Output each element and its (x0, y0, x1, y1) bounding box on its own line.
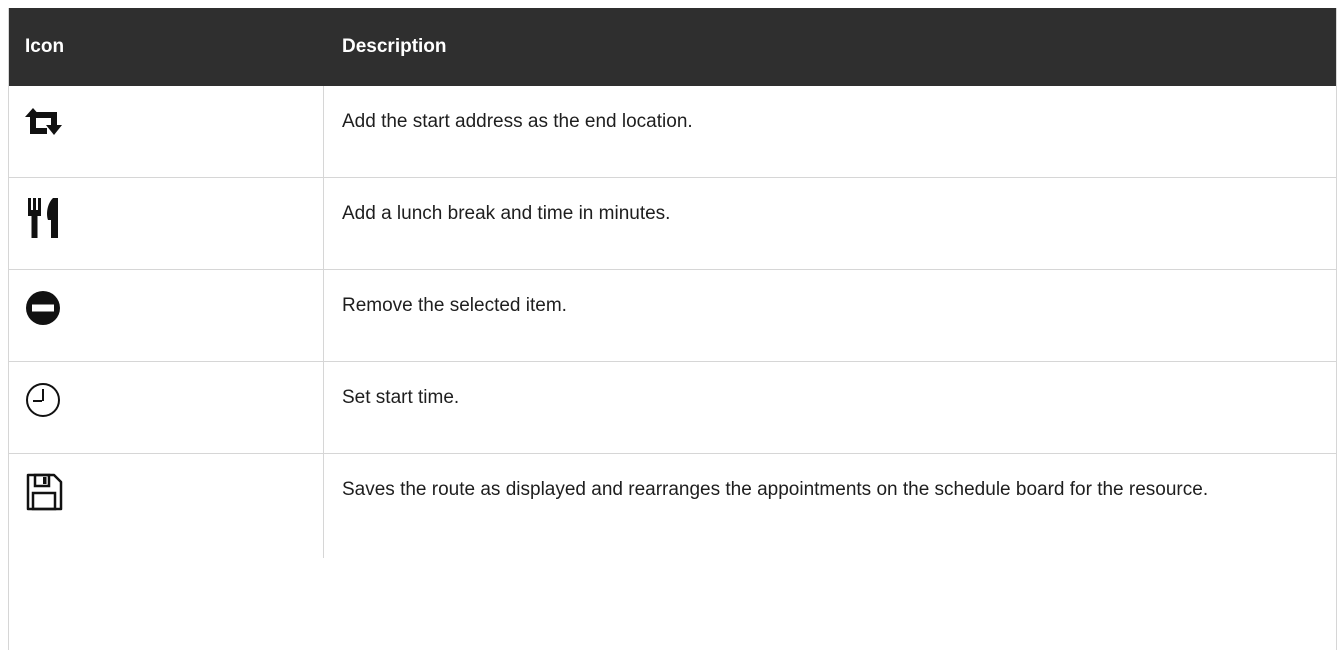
icon-cell (9, 86, 324, 177)
icon-cell (9, 362, 324, 453)
header-icon: Icon (25, 36, 65, 57)
table-header: Icon Description (9, 8, 1336, 86)
swap-arrows-icon (25, 104, 323, 138)
description-cell: Saves the route as displayed and rearran… (342, 479, 1209, 500)
table-row: Add a lunch break and time in minutes. (9, 178, 1336, 270)
icon-cell (9, 178, 324, 269)
description-cell: Add the start address as the end locatio… (342, 111, 693, 132)
table-row: Remove the selected item. (9, 270, 1336, 362)
clock-icon (25, 380, 323, 420)
icon-description-table: Icon Description Add the start address a… (8, 8, 1337, 650)
table-row: Saves the route as displayed and rearran… (9, 454, 1336, 558)
icon-cell (9, 270, 324, 361)
icon-cell (9, 454, 324, 558)
header-description: Description (342, 36, 447, 57)
table-row: Set start time. (9, 362, 1336, 454)
description-cell: Remove the selected item. (342, 295, 567, 316)
fork-knife-icon (25, 196, 323, 240)
description-cell: Set start time. (342, 387, 460, 408)
remove-circle-icon (25, 288, 323, 328)
table-row: Add the start address as the end locatio… (9, 86, 1336, 178)
description-cell: Add a lunch break and time in minutes. (342, 203, 671, 224)
save-disk-icon (25, 472, 323, 512)
